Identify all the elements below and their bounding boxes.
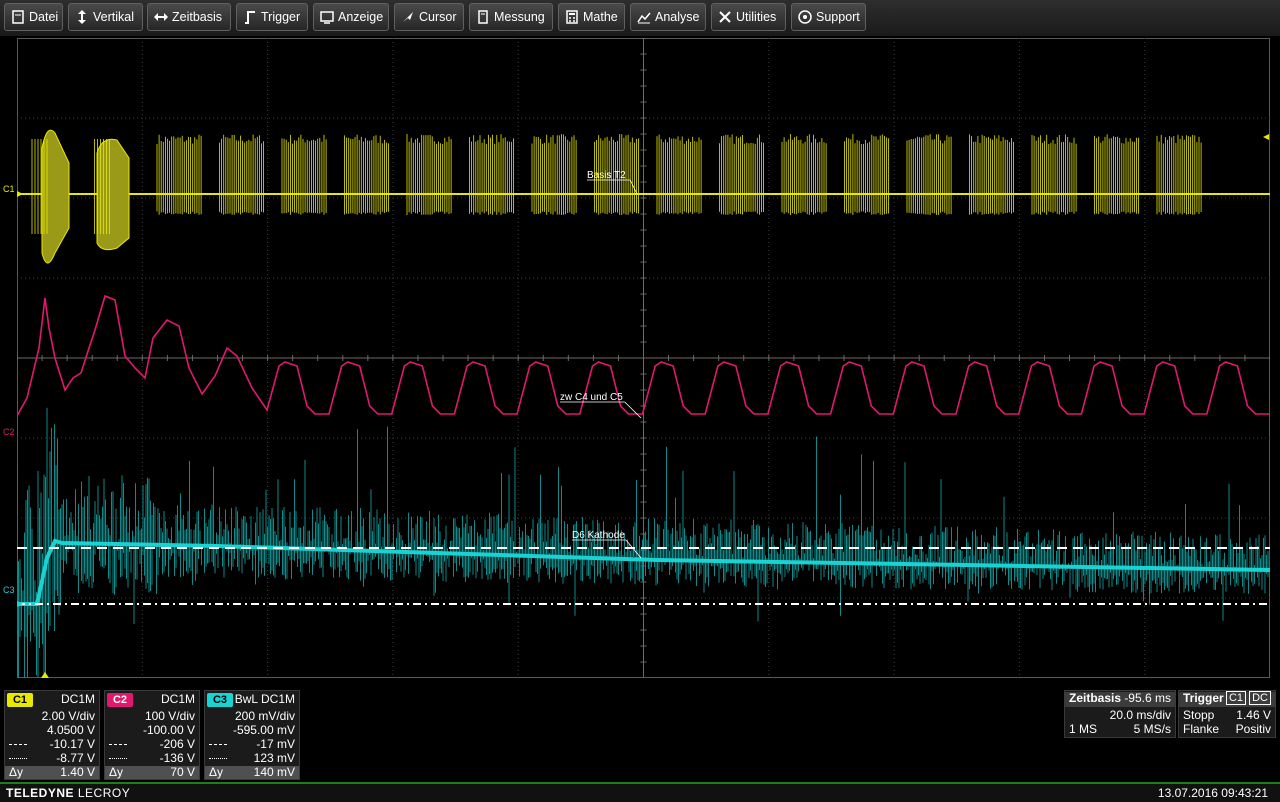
c1-cursor1: -10.17 V bbox=[49, 737, 95, 751]
trigger-edge-icon bbox=[245, 11, 255, 24]
c1-info-panel[interactable]: C1 DC1M 2.00 V/div 4.0500 V -10.17 V -8.… bbox=[4, 690, 100, 780]
c2-delta-label: Δy bbox=[109, 765, 124, 779]
menu-analyse-button[interactable]: Analyse bbox=[630, 3, 706, 31]
dotted-cursor-icon bbox=[109, 758, 127, 760]
c1-delta: 1.40 V bbox=[60, 765, 95, 779]
menu-support-button[interactable]: Support bbox=[791, 3, 866, 31]
menu-label: Utilities bbox=[736, 10, 777, 24]
menu-label: Support bbox=[816, 10, 860, 24]
c3-vdiv: 200 mV/div bbox=[234, 709, 295, 723]
trigger-panel[interactable]: Trigger C1 DC Stopp 1.46 V Flanke Positiv bbox=[1178, 690, 1276, 738]
c3-delta: 140 mV bbox=[253, 765, 295, 779]
trigger-type: Flanke bbox=[1183, 722, 1220, 736]
timebase-tdiv: 20.0 ms/div bbox=[1109, 708, 1171, 722]
menu-datei-button[interactable]: Datei bbox=[4, 3, 63, 31]
dashed-cursor-icon bbox=[109, 744, 127, 746]
display-icon bbox=[320, 11, 334, 24]
c3-delta-label: Δy bbox=[209, 765, 224, 779]
c2-info-panel[interactable]: C2 DC1M 100 V/div -100.00 V -206 V -136 … bbox=[104, 690, 200, 780]
dotted-cursor-icon bbox=[9, 758, 27, 760]
trigger-mode: Stopp bbox=[1183, 708, 1215, 722]
c1-coupling: DC1M bbox=[60, 692, 95, 706]
trigger-level: 1.46 V bbox=[1236, 708, 1271, 722]
dashed-cursor-icon bbox=[9, 744, 27, 746]
menu-label: Anzeige bbox=[338, 10, 384, 24]
c1-offset-marker[interactable]: C1 bbox=[3, 184, 15, 194]
c2-vdiv: 100 V/div bbox=[144, 709, 195, 723]
c1-offset: 4.0500 V bbox=[46, 723, 95, 737]
menu-mathe-button[interactable]: Mathe bbox=[558, 3, 625, 31]
file-icon bbox=[12, 10, 24, 24]
status-bar: TELEDYNE LECROY 13.07.2016 09:43:21 bbox=[0, 782, 1280, 802]
menu-bar: Datei Vertikal Zeitbasis Trigger Anzeige… bbox=[0, 0, 1280, 36]
c3-coupling: BwL DC1M bbox=[234, 692, 295, 706]
calculator-icon bbox=[566, 10, 578, 24]
dotted-cursor-icon bbox=[209, 758, 227, 760]
c1-label: Basis T2 bbox=[587, 170, 626, 181]
c2-coupling: DC1M bbox=[160, 692, 195, 706]
menu-zeitbasis-button[interactable]: Zeitbasis bbox=[147, 3, 231, 31]
tools-icon bbox=[719, 11, 731, 23]
brand-logo: TELEDYNE LECROY bbox=[6, 786, 131, 800]
timebase-title: Zeitbasis bbox=[1069, 691, 1122, 705]
menu-label: Cursor bbox=[419, 10, 457, 24]
c1-burst-envelope bbox=[96, 138, 130, 251]
c3-cursor1: -17 mV bbox=[256, 737, 295, 751]
datetime: 13.07.2016 09:43:21 bbox=[1157, 786, 1268, 800]
cursor-arrow-icon bbox=[403, 12, 413, 22]
timebase-delay: -95.6 ms bbox=[1124, 691, 1171, 705]
horizontal-arrows-icon bbox=[154, 13, 168, 21]
analysis-chart-icon bbox=[637, 12, 651, 24]
c2-offset-marker[interactable]: C2 bbox=[3, 427, 15, 437]
support-icon bbox=[798, 10, 812, 24]
measure-icon bbox=[478, 10, 488, 24]
c2-cursor2: -136 V bbox=[159, 751, 195, 765]
menu-label: Messung bbox=[494, 10, 545, 24]
menu-trigger-button[interactable]: Trigger bbox=[236, 3, 308, 31]
c3-label: D6 Kathode bbox=[572, 530, 625, 541]
trigger-slope: Positiv bbox=[1235, 722, 1271, 736]
trigger-title: Trigger bbox=[1183, 691, 1224, 705]
trigger-coupling: DC bbox=[1249, 691, 1271, 705]
c2-offset: -100.00 V bbox=[142, 723, 195, 737]
menu-label: Analyse bbox=[655, 10, 700, 24]
c2-cursor1: -206 V bbox=[159, 737, 195, 751]
menu-label: Mathe bbox=[583, 10, 618, 24]
timebase-memory: 1 MS bbox=[1069, 722, 1098, 736]
vertical-arrows-icon bbox=[78, 10, 86, 24]
timebase-rate: 5 MS/s bbox=[1133, 722, 1171, 736]
menu-vertikal-button[interactable]: Vertikal bbox=[68, 3, 143, 31]
c2-label: zw C4 und C5 bbox=[560, 392, 623, 403]
waveform-display[interactable]: Basis T2 zw C4 und C5 D6 Kathode bbox=[17, 38, 1270, 678]
menu-label: Vertikal bbox=[93, 10, 134, 24]
c1-delta-label: Δy bbox=[9, 765, 24, 779]
menu-cursor-button[interactable]: Cursor bbox=[394, 3, 464, 31]
timebase-panel[interactable]: Zeitbasis -95.6 ms 20.0 ms/div 1 MS 5 MS/s bbox=[1064, 690, 1176, 738]
c3-offset-marker[interactable]: C3 bbox=[3, 585, 15, 595]
waveform-canvas: Basis T2 zw C4 und C5 D6 Kathode bbox=[17, 38, 1270, 678]
menu-anzeige-button[interactable]: Anzeige bbox=[313, 3, 389, 31]
menu-label: Zeitbasis bbox=[172, 10, 223, 24]
c1-vdiv: 2.00 V/div bbox=[41, 709, 95, 723]
c1-cursor2: -8.77 V bbox=[56, 751, 95, 765]
trigger-source: C1 bbox=[1225, 691, 1247, 705]
menu-label: Trigger bbox=[261, 10, 301, 24]
c3-offset: -595.00 mV bbox=[232, 723, 295, 737]
dashed-cursor-icon bbox=[209, 744, 227, 746]
c3-info-panel[interactable]: C3 BwL DC1M 200 mV/div -595.00 mV -17 mV… bbox=[204, 690, 300, 780]
menu-label: Datei bbox=[29, 10, 59, 24]
c2-delta: 70 V bbox=[170, 765, 195, 779]
c3-cursor2: 123 mV bbox=[253, 751, 295, 765]
menu-messung-button[interactable]: Messung bbox=[469, 3, 553, 31]
menu-utilities-button[interactable]: Utilities bbox=[711, 3, 786, 31]
